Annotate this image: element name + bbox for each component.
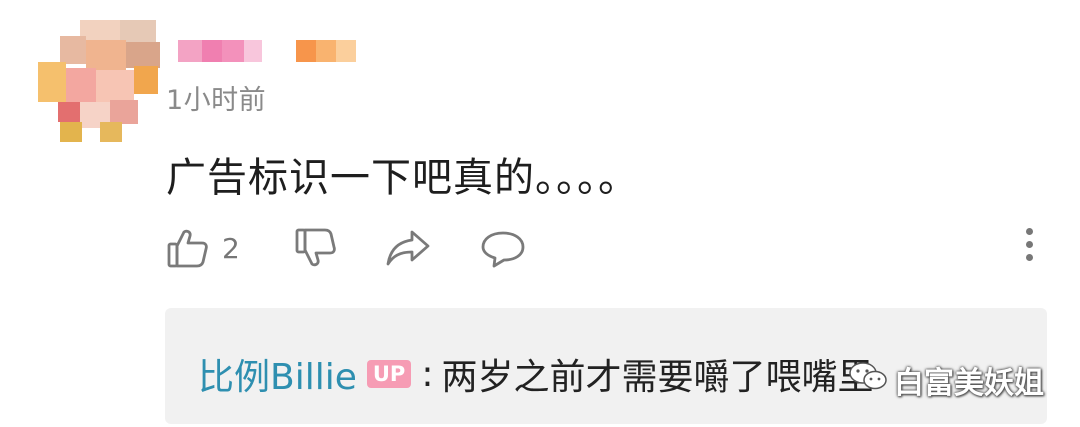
thumbs-down-icon	[294, 226, 338, 270]
dislike-button[interactable]	[294, 222, 338, 274]
comment-timestamp: 1小时前	[166, 85, 267, 116]
reply-separator: :	[421, 353, 434, 395]
comment-text: 广告标识一下吧真的。。。。	[166, 155, 639, 201]
avatar[interactable]	[38, 18, 164, 144]
comment-bubble-icon	[480, 226, 526, 270]
reply-button[interactable]	[480, 222, 526, 274]
reply-text: 两岁之前才需要嚼了喂嘴里	[441, 357, 874, 398]
share-icon	[384, 226, 432, 270]
watermark-text: 白富美妖姐	[894, 366, 1044, 401]
watermark: 白富美妖姐	[848, 358, 1044, 402]
share-button[interactable]	[384, 222, 432, 274]
wechat-icon	[848, 360, 894, 400]
thumbs-up-icon	[166, 226, 210, 270]
comment-actions: 2	[166, 222, 1046, 274]
username-blurred[interactable]	[178, 40, 356, 62]
more-vertical-icon[interactable]	[1026, 228, 1036, 267]
up-badge: UP	[366, 360, 412, 388]
reply-author[interactable]: 比例Billie	[198, 348, 357, 400]
like-button[interactable]: 2	[166, 222, 240, 274]
reply-line: 比例Billie UP : 两岁之前才需要嚼了喂嘴里	[198, 348, 873, 400]
like-count: 2	[222, 231, 240, 265]
